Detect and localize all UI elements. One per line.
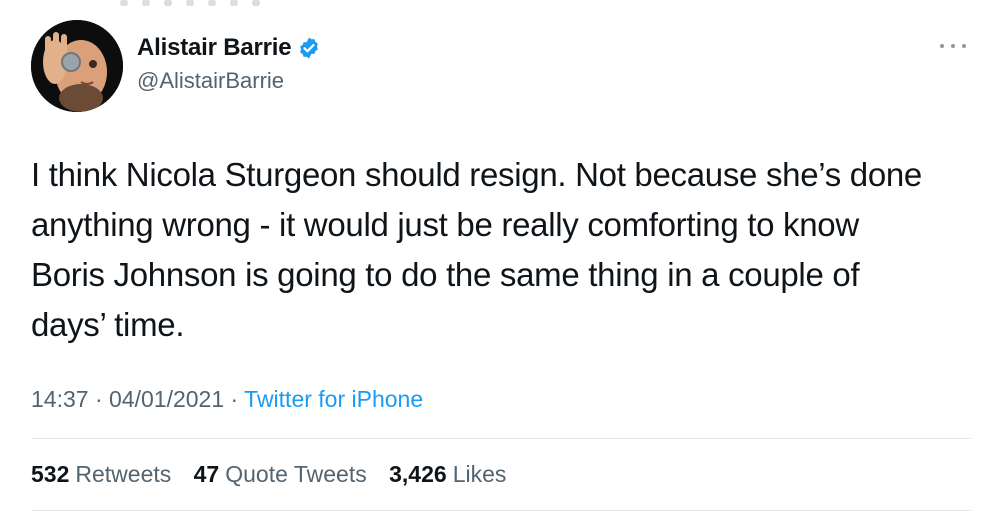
tweet-stats: 532 Retweets 47 Quote Tweets 3,426 Likes bbox=[31, 461, 522, 488]
quote-tweets-label: Quote Tweets bbox=[225, 461, 367, 487]
more-options-icon[interactable] bbox=[940, 41, 966, 51]
tweet-text: I think Nicola Sturgeon should resign. N… bbox=[31, 150, 971, 350]
retweets-label: Retweets bbox=[75, 461, 172, 487]
divider bbox=[31, 438, 971, 439]
separator-dot: · bbox=[230, 386, 245, 412]
author-name[interactable]: Alistair Barrie bbox=[137, 34, 292, 62]
retweets-count: 532 bbox=[31, 461, 70, 487]
avatar[interactable] bbox=[31, 20, 123, 112]
divider bbox=[31, 510, 971, 511]
tweet-date[interactable]: 04/01/2021 bbox=[109, 386, 224, 412]
previous-content-fragment bbox=[120, 0, 320, 6]
quote-tweets-count: 47 bbox=[193, 461, 220, 487]
retweets-stat[interactable]: 532 Retweets bbox=[31, 461, 171, 487]
separator-dot: · bbox=[94, 386, 110, 412]
tweet-source-link[interactable]: Twitter for iPhone bbox=[244, 386, 423, 412]
tweet-text-line: I think Nicola Sturgeon should resign. N… bbox=[31, 156, 922, 193]
likes-count: 3,426 bbox=[389, 461, 447, 487]
likes-stat[interactable]: 3,426 Likes bbox=[389, 461, 506, 487]
tweet-text-line: anything wrong - it would just be really… bbox=[31, 206, 859, 243]
author-handle[interactable]: @AlistairBarrie bbox=[137, 68, 284, 94]
tweet-time[interactable]: 14:37 bbox=[31, 386, 89, 412]
avatar-image bbox=[31, 20, 123, 112]
author-name-row[interactable]: Alistair Barrie bbox=[137, 34, 321, 62]
quote-tweets-stat[interactable]: 47 Quote Tweets bbox=[194, 461, 367, 487]
likes-label: Likes bbox=[452, 461, 507, 487]
tweet-text-line: Boris Johnson is going to do the same th… bbox=[31, 256, 860, 293]
tweet-text-line: days’ time. bbox=[31, 306, 185, 343]
verified-badge-icon bbox=[297, 36, 321, 60]
tweet-metadata: 14:37 · 04/01/2021 · Twitter for iPhone bbox=[31, 386, 423, 413]
